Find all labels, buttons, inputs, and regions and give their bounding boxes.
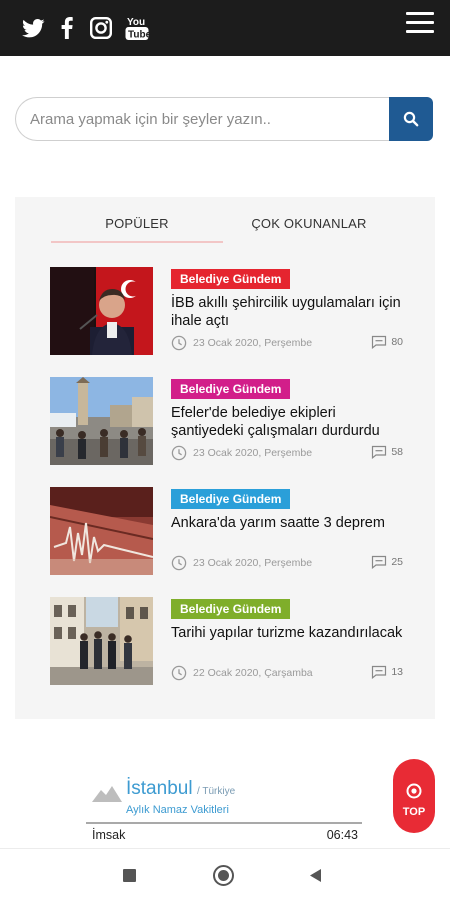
divider xyxy=(86,822,362,824)
svg-text:You: You xyxy=(127,17,145,28)
top-bar: You Tube xyxy=(0,0,450,56)
tab-most-read[interactable]: ÇOK OKUNANLAR xyxy=(223,213,395,243)
back-to-top-button[interactable]: TOP xyxy=(393,759,435,833)
prayer-location[interactable]: İstanbul / Türkiye xyxy=(126,778,235,800)
article-item[interactable]: Belediye Gündem İBB akıllı şehircilik uy… xyxy=(50,267,410,355)
article-meta: 23 Ocak 2020, Perşembe 80 xyxy=(171,335,403,351)
search-bar xyxy=(15,97,433,141)
prayer-subtitle[interactable]: Aylık Namaz Vakitleri xyxy=(126,804,229,816)
category-badge[interactable]: Belediye Gündem xyxy=(171,599,291,619)
prayer-time: 06:43 xyxy=(326,828,358,842)
article-meta: 23 Ocak 2020, Perşembe 25 xyxy=(171,555,403,571)
prayer-country: / Türkiye xyxy=(197,786,236,797)
category-badge[interactable]: Belediye Gündem xyxy=(171,269,291,289)
article-date: 22 Ocak 2020, Çarşamba xyxy=(193,667,313,679)
clock-icon xyxy=(171,665,187,681)
prayer-name: İmsak xyxy=(92,828,126,842)
search-icon xyxy=(403,111,419,127)
comment-count: 58 xyxy=(371,445,403,459)
comment-count-value: 58 xyxy=(391,446,403,458)
comment-count-value: 13 xyxy=(391,666,403,678)
article-title[interactable]: Tarihi yapılar turizme kazandırılacak xyxy=(171,624,403,642)
system-nav-bar xyxy=(0,848,450,900)
clock-icon xyxy=(171,335,187,351)
article-date: 23 Ocak 2020, Perşembe xyxy=(193,447,313,459)
comment-icon xyxy=(372,445,387,459)
article-date: 23 Ocak 2020, Perşembe xyxy=(193,557,313,569)
facebook-icon[interactable] xyxy=(59,13,75,43)
prayer-city[interactable]: İstanbul xyxy=(126,778,193,799)
article-meta: 23 Ocak 2020, Perşembe 58 xyxy=(171,445,403,461)
comment-count-value: 80 xyxy=(391,336,403,348)
article-thumbnail[interactable] xyxy=(50,487,153,575)
comment-count-value: 25 xyxy=(391,556,403,568)
comment-count: 80 xyxy=(371,335,403,349)
svg-text:Tube: Tube xyxy=(128,30,149,41)
comment-icon xyxy=(372,665,387,679)
article-thumbnail[interactable] xyxy=(50,377,153,465)
article-thumbnail[interactable] xyxy=(50,267,153,355)
clock-icon xyxy=(171,555,187,571)
article-title[interactable]: İBB akıllı şehircilik uygulamaları için … xyxy=(171,294,403,330)
back-button[interactable] xyxy=(309,868,322,883)
article-date: 23 Ocak 2020, Perşembe xyxy=(193,337,313,349)
hamburger-menu-icon[interactable] xyxy=(404,10,438,36)
search-input[interactable] xyxy=(15,97,391,141)
search-button[interactable] xyxy=(389,97,433,141)
category-badge[interactable]: Belediye Gündem xyxy=(171,489,291,509)
home-button[interactable] xyxy=(213,865,234,886)
article-title[interactable]: Efeler'de belediye ekipleri şantiyedeki … xyxy=(171,404,403,440)
comment-icon xyxy=(372,335,387,349)
prayer-times-widget: İstanbul / Türkiye Aylık Namaz Vakitleri… xyxy=(86,772,362,852)
comment-icon xyxy=(372,555,387,569)
youtube-icon[interactable]: You Tube xyxy=(124,13,150,43)
comment-count: 13 xyxy=(371,665,403,679)
comment-count: 25 xyxy=(371,555,403,569)
mountain-icon xyxy=(92,786,122,802)
article-title[interactable]: Ankara'da yarım saatte 3 deprem xyxy=(171,514,403,532)
article-item[interactable]: Belediye Gündem Tarihi yapılar turizme k… xyxy=(50,597,410,685)
instagram-icon[interactable] xyxy=(89,13,113,43)
tab-popular[interactable]: POPÜLER xyxy=(51,213,223,243)
category-badge[interactable]: Belediye Gündem xyxy=(171,379,291,399)
twitter-icon[interactable] xyxy=(20,13,46,43)
article-item[interactable]: Belediye Gündem Efeler'de belediye ekipl… xyxy=(50,377,410,465)
article-thumbnail[interactable] xyxy=(50,597,153,685)
news-panel: POPÜLER ÇOK OKUNANLAR Belediye Gündem İB… xyxy=(15,197,435,719)
clock-icon xyxy=(171,445,187,461)
recent-apps-button[interactable] xyxy=(123,869,136,882)
article-meta: 22 Ocak 2020, Çarşamba 13 xyxy=(171,665,403,681)
record-icon xyxy=(406,783,422,799)
article-item[interactable]: Belediye Gündem Ankara'da yarım saatte 3… xyxy=(50,487,410,575)
back-to-top-label: TOP xyxy=(402,806,426,818)
